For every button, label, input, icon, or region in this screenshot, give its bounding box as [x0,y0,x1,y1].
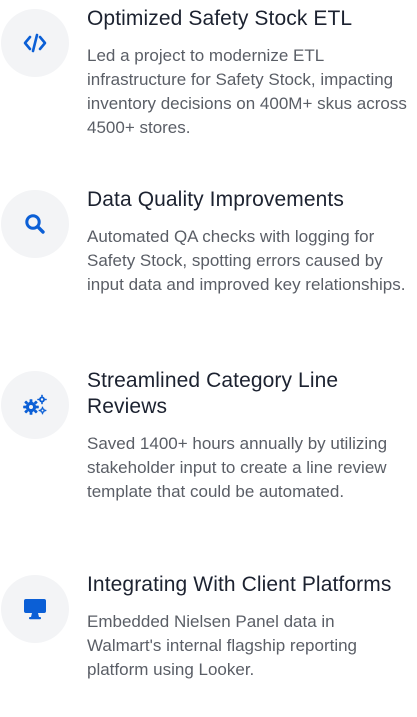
feature-title: Streamlined Category Line Reviews [87,369,339,418]
feature-item-category-line-reviews: Streamlined Category Line Reviews Saved … [0,368,417,504]
feature-description: Saved 1400+ hours annually by utilizing … [87,434,388,501]
feature-description: Embedded Nielsen Panel data in Walmart's… [87,612,358,679]
gears-icon [1,371,69,439]
feature-text: Streamlined Category Line Reviews Saved … [87,368,407,504]
feature-text: Integrating With Client Platforms Embedd… [87,572,407,682]
feature-description: Automated QA checks with logging for Saf… [87,227,406,294]
feature-title: Optimized Safety Stock ETL [87,7,353,30]
feature-item-client-platforms: Integrating With Client Platforms Embedd… [0,572,417,682]
feature-text: Data Quality Improvements Automated QA c… [87,187,407,297]
desktop-icon [1,575,69,643]
code-icon [1,9,69,77]
feature-list: Optimized Safety Stock ETL Led a project… [0,0,417,717]
feature-title: Data Quality Improvements [87,188,344,211]
feature-item-data-quality: Data Quality Improvements Automated QA c… [0,187,417,297]
feature-text: Optimized Safety Stock ETL Led a project… [87,6,407,140]
feature-title: Integrating With Client Platforms [87,573,392,596]
search-icon [1,190,69,258]
feature-item-safety-stock-etl: Optimized Safety Stock ETL Led a project… [0,6,417,140]
feature-description: Led a project to modernize ETL infrastru… [87,46,407,137]
